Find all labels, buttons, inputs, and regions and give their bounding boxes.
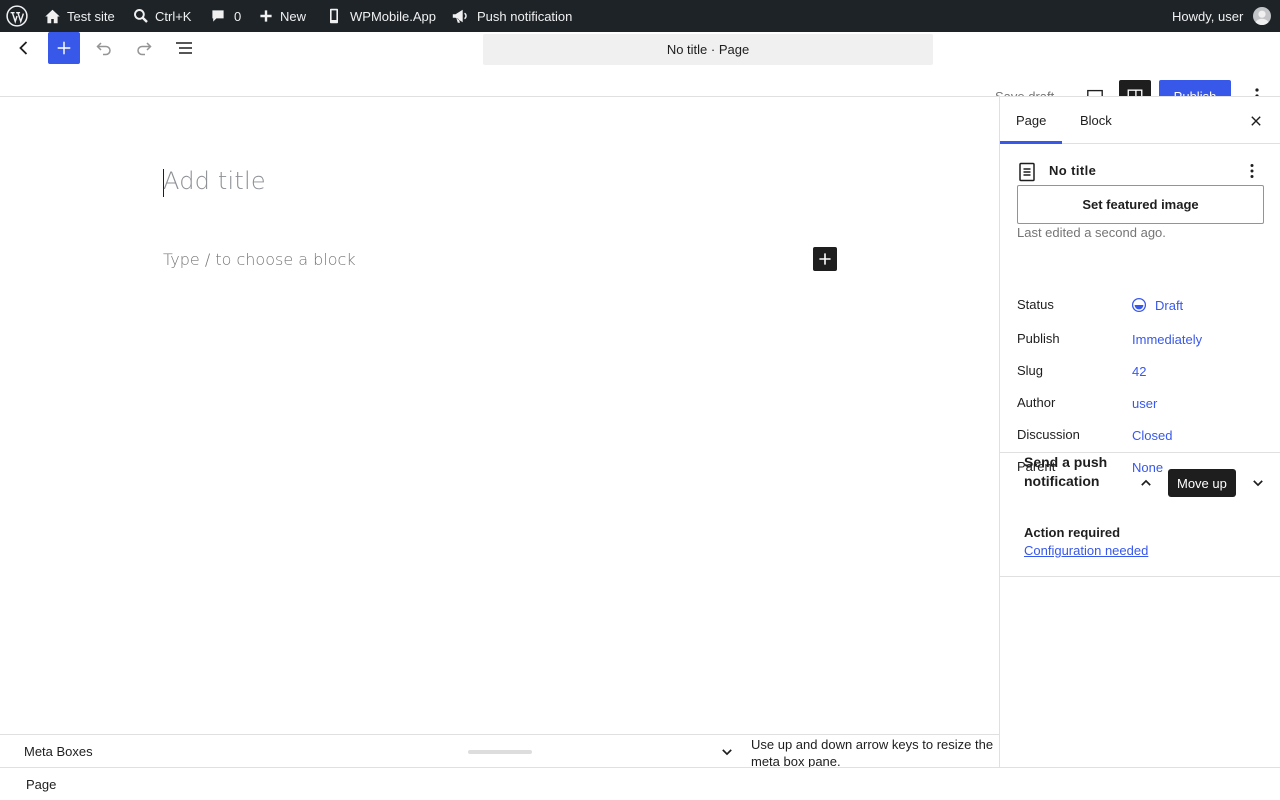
search-icon (134, 9, 148, 23)
smartphone-icon (330, 8, 338, 24)
undo-button[interactable] (88, 32, 120, 64)
settings-toggle-button[interactable] (1119, 80, 1151, 96)
wpmobile-label: WPMobile.App (350, 8, 436, 24)
page-icon (1019, 162, 1035, 182)
site-name: Test site (67, 8, 115, 24)
greeting: Howdy, user (1172, 8, 1244, 24)
tab-page[interactable]: Page (1000, 97, 1062, 144)
draft-status-icon (1131, 297, 1147, 313)
editor-footer: Page (0, 767, 1280, 800)
chevron-down-icon (722, 749, 732, 756)
more-vertical-icon (1255, 88, 1259, 96)
action-required-text: Action required (1024, 525, 1121, 540)
meta-box-resize-handle[interactable] (468, 750, 532, 754)
publish-date-toggle[interactable]: Immediately (1132, 332, 1202, 347)
site-name-link[interactable]: Test site (44, 0, 115, 32)
meta-box-resize-help: Use up and down arrow keys to resize the… (751, 737, 994, 769)
set-featured-image-label: Set featured image (1082, 197, 1199, 212)
push-panel-title[interactable]: Send a push notification (1024, 453, 1114, 491)
redo-icon (137, 42, 152, 56)
document-overview-button[interactable] (168, 32, 200, 64)
post-card-title: No title (1049, 163, 1097, 178)
move-panel-down-button[interactable] (1246, 471, 1270, 495)
tab-block[interactable]: Block (1064, 97, 1128, 144)
more-vertical-icon (1250, 164, 1254, 178)
preview-button[interactable] (1079, 80, 1111, 96)
list-view-icon (176, 42, 192, 54)
home-icon (45, 9, 60, 23)
tab-block-label: Block (1080, 113, 1112, 128)
undo-icon (96, 42, 111, 56)
save-draft-button[interactable]: Save draft (995, 89, 1054, 96)
document-bar-title: No title · Page (666, 42, 750, 57)
user-icon (1255, 10, 1270, 25)
editor-header: No title · Page Save draft Publish (0, 32, 1280, 97)
inline-add-block-button[interactable] (813, 247, 837, 271)
close-icon (1251, 116, 1261, 126)
post-title-input[interactable]: Add title (163, 167, 266, 195)
wordpress-logo-button[interactable] (6, 0, 28, 32)
comment-icon (212, 10, 224, 22)
close-sidebar-button[interactable] (1244, 109, 1268, 133)
my-account-link[interactable]: Howdy, user (1172, 0, 1272, 32)
default-block-appender[interactable]: Type / to choose a block (163, 250, 356, 269)
comments-count: 0 (234, 8, 242, 24)
configuration-needed-link[interactable]: Configuration needed (1024, 543, 1148, 558)
status-label: Status (1017, 297, 1054, 312)
post-actions-button[interactable] (1244, 161, 1260, 181)
chevron-left-icon (19, 41, 28, 55)
comments-link[interactable]: 0 (210, 0, 241, 32)
settings-sidebar: Page Block No title Set featured image L… (999, 97, 1280, 767)
publish-button[interactable]: Publish (1159, 80, 1231, 97)
tab-page-label: Page (1016, 113, 1047, 128)
desktop-icon (1087, 89, 1103, 96)
publish-label: Publish (1017, 331, 1060, 346)
set-featured-image-button[interactable]: Set featured image (1017, 185, 1264, 224)
status-toggle[interactable]: Draft (1131, 297, 1183, 313)
avatar (1253, 7, 1272, 25)
options-button[interactable] (1245, 80, 1269, 96)
slug-label: Slug (1017, 363, 1044, 378)
sidebar-tabs: Page Block (1000, 97, 1280, 144)
command-search-link[interactable]: Ctrl+K (133, 0, 191, 32)
move-up-tooltip-text: Move up (1177, 475, 1227, 491)
push-notification-link[interactable]: Push notification (451, 0, 572, 32)
redo-button[interactable] (128, 32, 160, 64)
search-shortcut: Ctrl+K (155, 8, 192, 24)
move-up-tooltip: Move up (1168, 469, 1236, 497)
wpmobile-link[interactable]: WPMobile.App (326, 0, 436, 32)
new-content-link[interactable]: New (258, 0, 306, 32)
plus-icon (819, 253, 831, 265)
discussion-label: Discussion (1017, 427, 1080, 442)
wordpress-icon (6, 5, 28, 27)
last-edited-text: Last edited a second ago. (1017, 225, 1166, 240)
author-label: Author (1017, 395, 1056, 410)
meta-boxes-title: Meta Boxes (24, 744, 93, 759)
author-toggle[interactable]: user (1132, 396, 1157, 411)
new-label: New (280, 8, 307, 24)
push-notification-panel: Send a push notification Move up Action … (1000, 452, 1280, 577)
status-value: Draft (1155, 297, 1184, 313)
chevron-down-icon (1253, 480, 1263, 487)
plus-icon (260, 10, 272, 22)
publish-label: Publish (1173, 88, 1217, 97)
sidebar-icon (1127, 89, 1143, 96)
editor-canvas: Add title Type / to choose a block (0, 97, 999, 734)
move-panel-up-button[interactable] (1134, 471, 1158, 495)
back-button[interactable] (8, 32, 40, 64)
meta-boxes-bar: Meta Boxes Use up and down arrow keys to… (0, 734, 999, 769)
block-inserter-button[interactable] (48, 32, 80, 64)
breadcrumb[interactable]: Page (26, 777, 56, 792)
push-label: Push notification (477, 8, 573, 24)
discussion-toggle[interactable]: Closed (1132, 428, 1172, 443)
document-bar[interactable]: No title · Page (483, 34, 933, 65)
admin-bar: Test site Ctrl+K 0 New WPMobile.App Push… (0, 0, 1280, 32)
meta-boxes-toggle[interactable] (716, 741, 738, 763)
megaphone-icon (452, 9, 467, 23)
chevron-up-icon (1141, 479, 1151, 486)
plus-icon (57, 41, 71, 55)
slug-toggle[interactable]: 42 (1132, 364, 1146, 379)
